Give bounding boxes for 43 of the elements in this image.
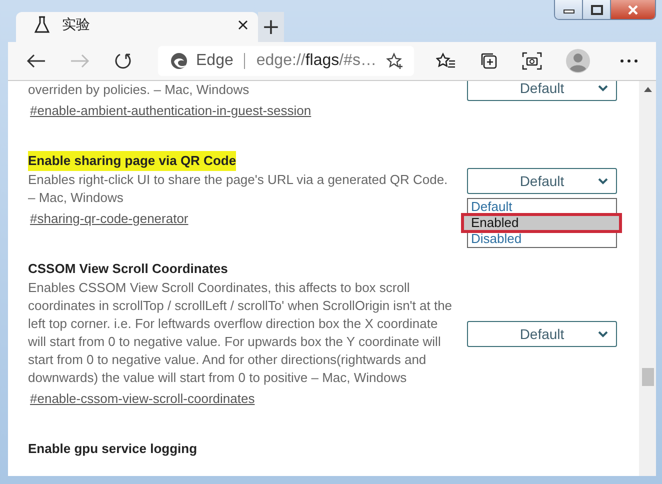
flag-link[interactable]: #sharing-qr-code-generator — [28, 209, 188, 229]
scrollbar-thumb[interactable] — [642, 368, 654, 386]
flag-title: Enable sharing page via QR Code — [28, 151, 236, 171]
screenshot-camera-icon[interactable] — [522, 52, 542, 70]
flag-title: CSSOM View Scroll Coordinates — [28, 260, 228, 278]
flag-dropdown[interactable]: Default — [467, 321, 617, 347]
flag-description: overriden by policies. – Mac, Windows — [28, 81, 250, 99]
close-button[interactable] — [611, 0, 655, 19]
back-arrow-icon[interactable] — [26, 53, 46, 69]
url-text: edge://flags/#s… — [256, 52, 378, 70]
flag-description: Enables right-click UI to share the page's URL via a generated QR Code. – Mac, Windows — [28, 171, 449, 207]
flag-dropdown[interactable]: Default — [467, 168, 617, 194]
chevron-down-icon — [598, 331, 608, 338]
flag-link[interactable]: #enable-ambient-authentication-in-guest-session — [28, 101, 312, 121]
chevron-down-icon — [598, 85, 608, 92]
favorites-icon[interactable] — [436, 52, 456, 70]
browser-tab[interactable]: 实验 — [16, 12, 258, 42]
close-icon — [627, 4, 639, 14]
flag-dropdown[interactable]: Default — [467, 81, 617, 101]
edge-logo-icon — [170, 52, 188, 70]
tab-title: 实验 — [62, 16, 91, 34]
scrollbar[interactable] — [639, 81, 656, 476]
dropdown-option[interactable]: Disabled — [468, 231, 616, 247]
flag-title: Enable gpu service logging — [28, 440, 198, 458]
maximize-button[interactable] — [583, 0, 611, 19]
collections-icon[interactable] — [480, 52, 498, 70]
flag-link[interactable]: #enable-cssom-view-scroll-coordinates — [28, 389, 255, 409]
more-menu-icon[interactable] — [620, 59, 638, 63]
flag-description: Enables CSSOM View Scroll Coordinates, this affects to box scroll coordinates in scrollTop / scrollLeft / scrollTo' when ScrollOrigin isn't at the left top corner. i.e. For leftwards overflow direction box the X coordinate will start from 0 to negative value. For upwards box the Y coordinate will start from 0 to negative value. And for other directions(rightwards and downwards) the value will start from 0 to positive – Mac, Windows — [28, 279, 454, 387]
add-favorite-star-icon[interactable] — [386, 52, 404, 70]
address-bar[interactable]: Edge edge://flags/#s… — [158, 46, 414, 76]
maximize-icon — [590, 4, 602, 14]
scroll-up-arrow-icon[interactable] — [644, 87, 652, 92]
profile-avatar-icon[interactable] — [566, 49, 590, 73]
site-label: Edge — [196, 52, 234, 70]
refresh-icon[interactable] — [114, 52, 132, 70]
dropdown-option[interactable]: Default — [468, 199, 616, 215]
dropdown-option[interactable]: Enabled — [463, 215, 620, 231]
flask-icon — [34, 16, 50, 34]
new-tab-button[interactable]: + — [258, 12, 284, 42]
chevron-down-icon — [598, 178, 608, 185]
minimize-button[interactable] — [555, 0, 583, 19]
close-icon[interactable] — [238, 20, 248, 30]
